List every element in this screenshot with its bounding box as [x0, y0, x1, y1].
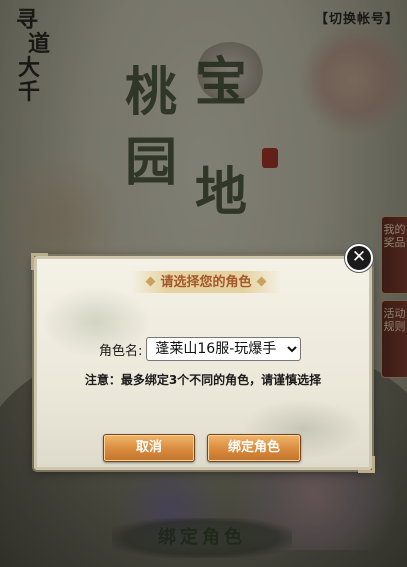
dialog-header: 请选择您的角色 [131, 271, 281, 293]
role-name-label: 角色名: [99, 343, 143, 359]
select-role-dialog: 请选择您的角色 角色名: 蓬莱山16服-玩爆手 注意：最多绑定3个不同的角色，请… [31, 253, 375, 473]
bind-role-button[interactable]: 绑定角色 [207, 434, 301, 462]
dialog-title: 请选择您的角色 [160, 275, 252, 290]
cancel-button[interactable]: 取消 [103, 434, 195, 462]
close-icon[interactable]: ✕ [345, 244, 373, 272]
role-select-row: 角色名: 蓬莱山16服-玩爆手 [99, 337, 302, 361]
diamond-ornament-icon [145, 276, 156, 287]
diamond-ornament-icon [256, 276, 267, 287]
binding-notice: 注意：最多绑定3个不同的角色，请谨慎选择 [84, 373, 322, 387]
role-select[interactable]: 蓬莱山16服-玩爆手 [146, 337, 302, 361]
